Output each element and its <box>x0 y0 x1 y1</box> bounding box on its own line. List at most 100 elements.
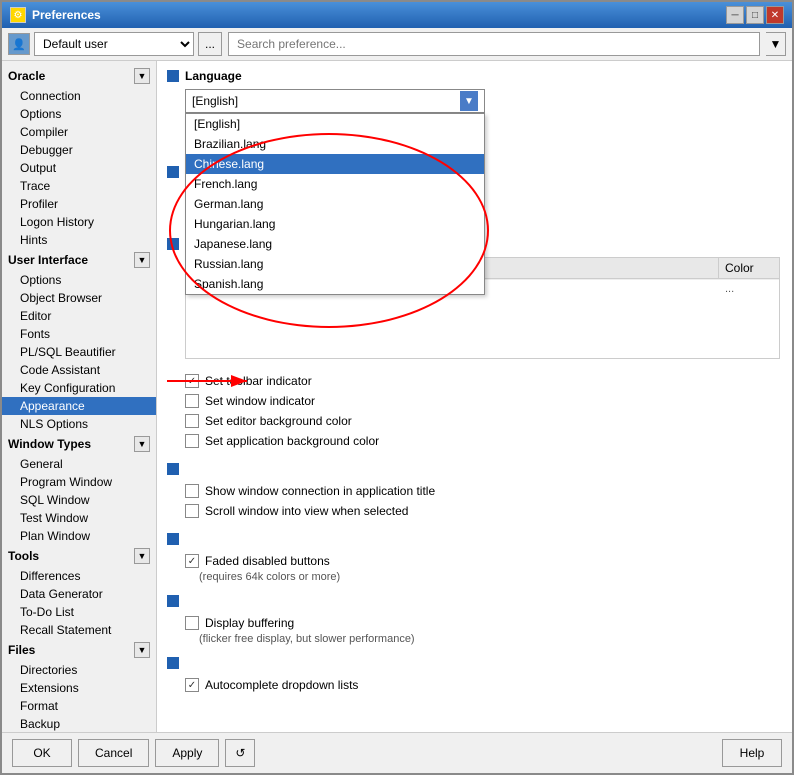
window-types-label: Window Types <box>8 437 91 451</box>
minimize-button[interactable]: ─ <box>726 6 744 24</box>
cb-app-bg[interactable] <box>185 434 199 448</box>
sidebar-item-general[interactable]: General <box>2 455 156 473</box>
sidebar-item-code-assistant[interactable]: Code Assistant <box>2 361 156 379</box>
more-options-button[interactable]: ... <box>198 32 222 56</box>
sidebar-item-logon-history[interactable]: Logon History <box>2 213 156 231</box>
cb-editor-bg[interactable] <box>185 414 199 428</box>
tools-expand[interactable]: ▼ <box>134 548 150 564</box>
sidebar-item-test-window[interactable]: Test Window <box>2 509 156 527</box>
lang-option-hungarian[interactable]: Hungarian.lang <box>186 214 484 234</box>
apply-button[interactable]: Apply <box>155 739 219 767</box>
sidebar-item-todo-list[interactable]: To-Do List <box>2 603 156 621</box>
window-title: Preferences <box>32 8 101 22</box>
sidebar-item-program-window[interactable]: Program Window <box>2 473 156 491</box>
section4-label <box>167 595 782 607</box>
sidebar-item-appearance[interactable]: Appearance <box>2 397 156 415</box>
search-input[interactable] <box>228 32 760 56</box>
sidebar-item-options-ui[interactable]: Options <box>2 271 156 289</box>
window-types-expand[interactable]: ▼ <box>134 436 150 452</box>
lang-option-english[interactable]: [English] <box>186 114 484 134</box>
cancel-button[interactable]: Cancel <box>78 739 149 767</box>
sidebar-item-plan-window[interactable]: Plan Window <box>2 527 156 545</box>
cb-row-display-buffering: Display buffering <box>167 613 782 633</box>
cb-window-indicator-label: Set window indicator <box>205 394 315 408</box>
language-select-display[interactable]: [English] ▼ <box>185 89 485 113</box>
section3: Faded disabled buttons (requires 64k col… <box>167 533 782 583</box>
sidebar-item-backup[interactable]: Backup <box>2 715 156 732</box>
lang-option-japanese[interactable]: Japanese.lang <box>186 234 484 254</box>
sidebar-item-editor[interactable]: Editor <box>2 307 156 325</box>
section4: Display buffering (flicker free display,… <box>167 595 782 645</box>
language-dropdown-arrow[interactable]: ▼ <box>460 91 478 111</box>
user-select[interactable]: Default user <box>34 32 194 56</box>
sidebar-item-object-browser[interactable]: Object Browser <box>2 289 156 307</box>
lang-option-russian[interactable]: Russian.lang <box>186 254 484 274</box>
sidebar-item-hints[interactable]: Hints <box>2 231 156 249</box>
lang-option-brazilian[interactable]: Brazilian.lang <box>186 134 484 154</box>
cb-row-window-connection: Show window connection in application ti… <box>167 481 782 501</box>
cb-faded-buttons[interactable] <box>185 554 199 568</box>
preferences-window: ⚙ Preferences ─ □ ✕ 👤 Default user ... ▼… <box>0 0 794 775</box>
ok-button[interactable]: OK <box>12 739 72 767</box>
cb-row-app-bg: Set application background color <box>167 431 782 451</box>
sidebar-item-plsql-beautifier[interactable]: PL/SQL Beautifier <box>2 343 156 361</box>
sidebar: Oracle ▼ Connection Options Compiler Deb… <box>2 61 157 732</box>
sidebar-item-directories[interactable]: Directories <box>2 661 156 679</box>
sidebar-item-extensions[interactable]: Extensions <box>2 679 156 697</box>
title-buttons: ─ □ ✕ <box>726 6 784 24</box>
lang-option-spanish[interactable]: Spanish.lang <box>186 274 484 294</box>
sidebar-item-key-config[interactable]: Key Configuration <box>2 379 156 397</box>
sidebar-item-format[interactable]: Format <box>2 697 156 715</box>
cb-faded-buttons-label: Faded disabled buttons <box>205 554 330 568</box>
sidebar-item-fonts[interactable]: Fonts <box>2 325 156 343</box>
sidebar-item-output[interactable]: Output <box>2 159 156 177</box>
sidebar-item-trace[interactable]: Trace <box>2 177 156 195</box>
display-buffering-note: (flicker free display, but slower perfor… <box>167 633 782 645</box>
conn-dot <box>167 238 179 250</box>
bottom-bar: OK Cancel Apply ↺ Help <box>2 732 792 773</box>
oracle-expand[interactable]: ▼ <box>134 68 150 84</box>
cb-toolbar-indicator[interactable] <box>185 374 199 388</box>
cb-display-buffering[interactable] <box>185 616 199 630</box>
restore-button[interactable]: ↺ <box>225 739 255 767</box>
sidebar-item-debugger[interactable]: Debugger <box>2 141 156 159</box>
cb-window-connection[interactable] <box>185 484 199 498</box>
lang-option-german[interactable]: German.lang <box>186 194 484 214</box>
conn-color-cell[interactable]: ... <box>719 280 779 298</box>
language-current-value: [English] <box>192 94 238 108</box>
files-expand[interactable]: ▼ <box>134 642 150 658</box>
sidebar-item-recall-statement[interactable]: Recall Statement <box>2 621 156 639</box>
cb-autocomplete[interactable] <box>185 678 199 692</box>
sidebar-item-profiler[interactable]: Profiler <box>2 195 156 213</box>
cb-scroll-window[interactable] <box>185 504 199 518</box>
content-panel: Language [English] ▼ [English] Brazilian… <box>157 61 792 732</box>
sidebar-item-data-generator[interactable]: Data Generator <box>2 585 156 603</box>
help-button[interactable]: Help <box>722 739 782 767</box>
main-area: Oracle ▼ Connection Options Compiler Deb… <box>2 61 792 732</box>
sidebar-item-differences[interactable]: Differences <box>2 567 156 585</box>
search-dropdown-button[interactable]: ▼ <box>766 32 786 56</box>
title-bar: ⚙ Preferences ─ □ ✕ <box>2 2 792 28</box>
cb-editor-bg-label: Set editor background color <box>205 414 352 428</box>
section3-dot <box>167 533 179 545</box>
cb-window-indicator[interactable] <box>185 394 199 408</box>
cb-row-autocomplete: Autocomplete dropdown lists <box>167 675 782 695</box>
sidebar-item-compiler[interactable]: Compiler <box>2 123 156 141</box>
sidebar-section-oracle[interactable]: Oracle ▼ <box>2 65 156 87</box>
ui-expand[interactable]: ▼ <box>134 252 150 268</box>
sidebar-item-connection[interactable]: Connection <box>2 87 156 105</box>
cb-row-toolbar-indicator: Set toolbar indicator <box>167 371 782 391</box>
sidebar-item-nls-options[interactable]: NLS Options <box>2 415 156 433</box>
sidebar-section-window-types[interactable]: Window Types ▼ <box>2 433 156 455</box>
cb-row-editor-bg: Set editor background color <box>167 411 782 431</box>
sidebar-section-files[interactable]: Files ▼ <box>2 639 156 661</box>
sidebar-section-tools[interactable]: Tools ▼ <box>2 545 156 567</box>
section2: Show window connection in application ti… <box>167 463 782 521</box>
maximize-button[interactable]: □ <box>746 6 764 24</box>
sidebar-section-ui[interactable]: User Interface ▼ <box>2 249 156 271</box>
sidebar-item-options-oracle[interactable]: Options <box>2 105 156 123</box>
sidebar-item-sql-window[interactable]: SQL Window <box>2 491 156 509</box>
lang-option-chinese[interactable]: Chinese.lang <box>186 154 484 174</box>
close-button[interactable]: ✕ <box>766 6 784 24</box>
lang-option-french[interactable]: French.lang <box>186 174 484 194</box>
